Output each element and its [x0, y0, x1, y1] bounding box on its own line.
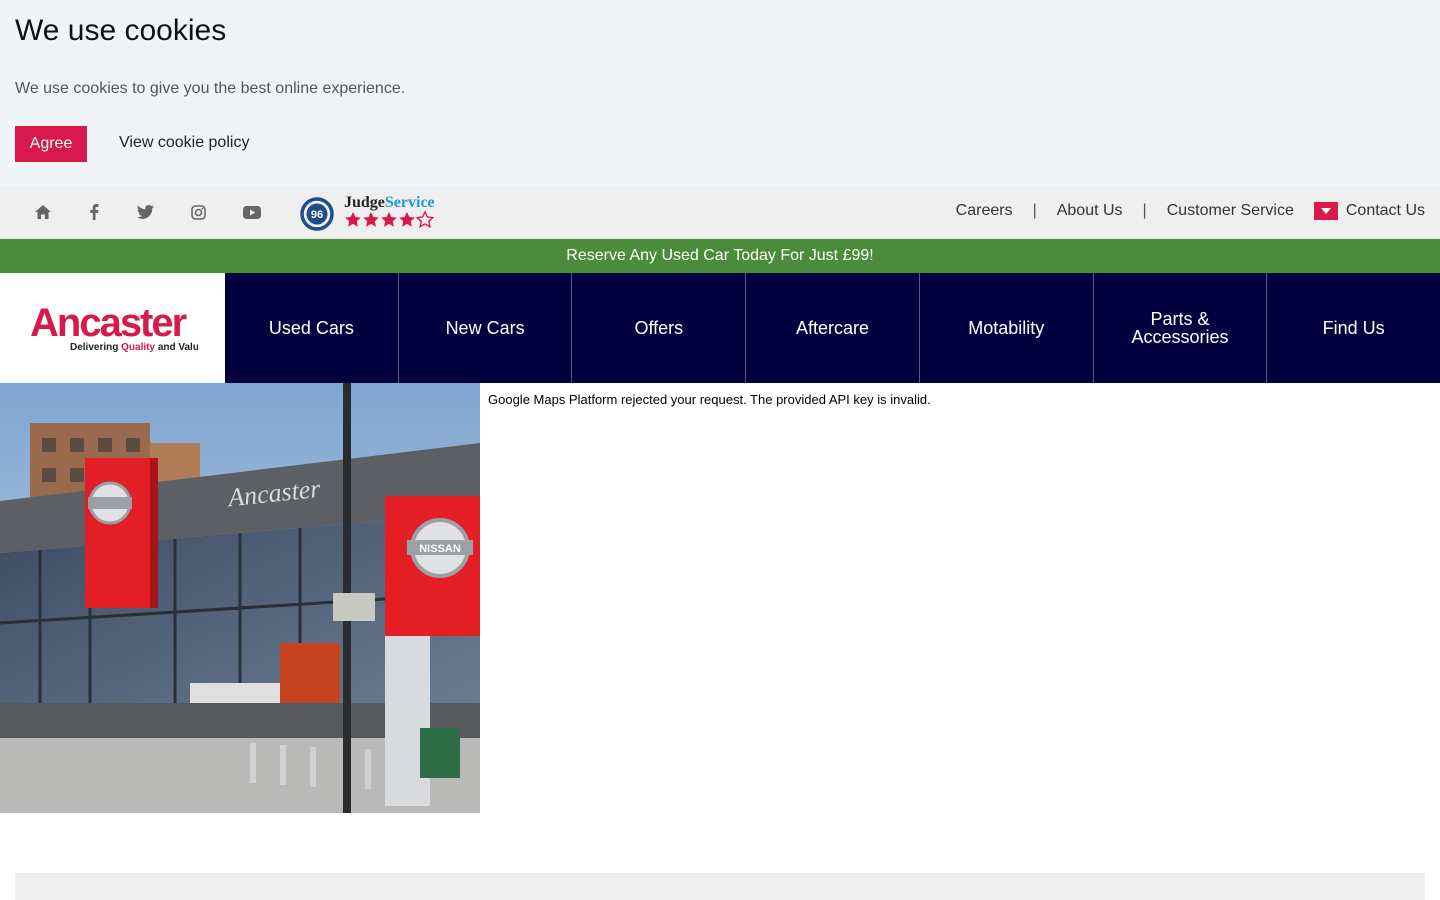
logo-tag-part3: and Value: [155, 342, 198, 353]
instagram-icon[interactable]: [187, 201, 209, 223]
logo-tag-part2: Quality: [121, 342, 155, 353]
link-separator: |: [1142, 202, 1147, 219]
logo-name: Ancaster: [30, 303, 187, 345]
nav-aftercare[interactable]: Aftercare: [745, 273, 919, 383]
top-bar: 96 JudgeService Careers | About Us | Cus…: [0, 186, 1440, 239]
rating-stars: [345, 210, 435, 229]
svg-text:JudgeService: JudgeService: [344, 194, 435, 211]
nav-motability[interactable]: Motability: [918, 273, 1093, 383]
cookie-banner: We use cookies We use cookies to give yo…: [0, 0, 1440, 186]
chevron-down-icon[interactable]: [1313, 202, 1338, 220]
customer-service-link[interactable]: Customer Service: [1167, 202, 1294, 220]
ancaster-logo[interactable]: Ancaster Delivering Quality and Value: [0, 273, 225, 383]
promo-text: Reserve Any Used Car Today For Just £99!: [566, 247, 874, 264]
nav-new-cars[interactable]: New Cars: [397, 273, 572, 383]
map-error-message: Google Maps Platform rejected your reque…: [488, 392, 931, 407]
cookie-title: We use cookies: [15, 14, 227, 47]
home-icon[interactable]: [32, 201, 54, 223]
nav-offers[interactable]: Offers: [571, 273, 745, 383]
twitter-icon[interactable]: [134, 201, 156, 223]
judge-service-badge[interactable]: 96 JudgeService: [300, 191, 450, 235]
promo-banner[interactable]: Reserve Any Used Car Today For Just £99!: [0, 239, 1440, 273]
about-us-link[interactable]: About Us: [1057, 202, 1123, 220]
content-panel: [15, 873, 1425, 900]
facebook-icon[interactable]: [83, 201, 105, 223]
top-links: Careers | About Us | Customer Service Co…: [956, 202, 1425, 220]
judge-brand-part2: Service: [385, 194, 435, 211]
logo-tag-part1: Delivering: [70, 342, 121, 353]
nav-find-us[interactable]: Find Us: [1266, 273, 1440, 383]
cookie-policy-link[interactable]: View cookie policy: [119, 134, 249, 152]
cookie-message: We use cookies to give you the best onli…: [15, 80, 406, 97]
agree-button[interactable]: Agree: [15, 126, 87, 162]
main-nav: Used Cars New Cars Offers Aftercare Mota…: [225, 273, 1440, 383]
judge-score: 96: [311, 209, 323, 221]
contact-us-link[interactable]: Contact Us: [1346, 202, 1425, 220]
nav-used-cars[interactable]: Used Cars: [225, 273, 398, 383]
judge-brand-part1: Judge: [344, 194, 385, 211]
site-header: Ancaster Delivering Quality and Value Us…: [0, 273, 1440, 383]
careers-link[interactable]: Careers: [956, 202, 1013, 220]
svg-text:Delivering Quality and Value: Delivering Quality and Value: [70, 342, 198, 353]
hero-brand-sign: NISSAN: [419, 543, 461, 555]
link-separator: |: [1032, 202, 1037, 219]
dealership-photo: Ancaster NISSAN: [0, 383, 480, 813]
nav-parts-accessories[interactable]: Parts & Accessories: [1092, 273, 1267, 383]
youtube-icon[interactable]: [241, 201, 263, 223]
